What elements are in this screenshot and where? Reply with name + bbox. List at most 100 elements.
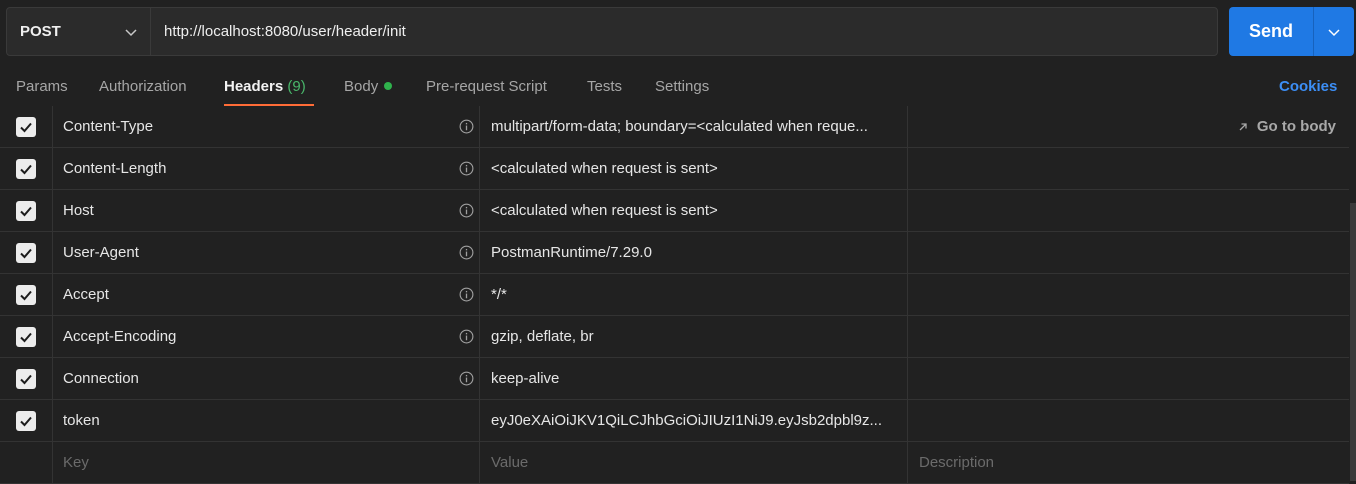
info-icon[interactable] xyxy=(459,329,474,344)
scrollbar[interactable] xyxy=(1350,203,1356,481)
table-row: Accept-Encoding gzip, deflate, br xyxy=(0,316,1349,358)
header-description-cell[interactable] xyxy=(908,316,1349,357)
header-value: */* xyxy=(491,286,507,303)
send-button[interactable]: Send xyxy=(1229,7,1313,56)
header-key-cell[interactable]: Content-Length xyxy=(52,148,480,189)
header-description-cell[interactable] xyxy=(908,400,1349,441)
checkmark-icon xyxy=(20,206,32,216)
table-row: Accept */* xyxy=(0,274,1349,316)
header-value-cell[interactable]: */* xyxy=(480,274,908,315)
url-input[interactable]: http://localhost:8080/user/header/init xyxy=(151,23,406,40)
header-value-cell[interactable]: <calculated when request is sent> xyxy=(480,190,908,231)
tab-body[interactable]: Body xyxy=(344,78,393,95)
table-row: User-Agent PostmanRuntime/7.29.0 xyxy=(0,232,1349,274)
tab-label: Settings xyxy=(655,78,710,95)
new-header-row: Key Value Description xyxy=(0,442,1349,484)
request-url-bar: POST http://localhost:8080/user/header/i… xyxy=(6,7,1218,56)
table-row: Content-Type multipart/form-data; boundar… xyxy=(0,106,1349,148)
checkmark-icon xyxy=(20,290,32,300)
header-value-cell[interactable]: eyJ0eXAiOiJKV1QiLCJhbGciOiJIUzI1NiJ9.eyJ… xyxy=(480,400,908,441)
info-icon[interactable] xyxy=(459,119,474,134)
header-enabled-checkbox[interactable] xyxy=(16,410,36,431)
header-value-cell[interactable]: PostmanRuntime/7.29.0 xyxy=(480,232,908,273)
header-key-cell[interactable]: Accept-Encoding xyxy=(52,316,480,357)
header-key: Content-Type xyxy=(63,118,154,135)
header-value: gzip, deflate, br xyxy=(491,328,594,345)
headers-count-badge: (9) xyxy=(287,78,306,95)
header-description-cell[interactable] xyxy=(908,190,1349,231)
body-indicator-dot-icon xyxy=(384,82,393,90)
chevron-down-icon xyxy=(1328,28,1340,36)
header-key-cell[interactable]: Content-Type xyxy=(52,106,480,147)
tab-label: Pre-request Script xyxy=(426,78,547,95)
table-row: Host <calculated when request is sent> xyxy=(0,190,1349,232)
header-key-cell[interactable]: token xyxy=(52,400,480,441)
header-value: multipart/form-data; boundary=<calculate… xyxy=(491,118,868,135)
header-value-cell[interactable]: multipart/form-data; boundary=<calculate… xyxy=(480,106,908,147)
header-enabled-checkbox[interactable] xyxy=(16,242,36,263)
header-key: User-Agent xyxy=(63,244,139,261)
header-enabled-cell xyxy=(0,442,53,483)
table-row: Content-Length <calculated when request i… xyxy=(0,148,1349,190)
tab-settings[interactable]: Settings xyxy=(655,78,709,95)
header-key-cell[interactable]: Host xyxy=(52,190,480,231)
header-enabled-checkbox[interactable] xyxy=(16,284,36,305)
header-enabled-cell xyxy=(0,106,53,147)
header-enabled-checkbox[interactable] xyxy=(16,116,36,137)
header-description-cell[interactable]: Go to body xyxy=(908,106,1349,147)
header-key-cell[interactable]: Connection xyxy=(52,358,480,399)
header-value: PostmanRuntime/7.29.0 xyxy=(491,244,652,261)
headers-table: Content-Type multipart/form-data; boundar… xyxy=(0,106,1349,484)
tab-label: Authorization xyxy=(99,78,187,95)
header-key: Content-Length xyxy=(63,160,167,177)
header-value: keep-alive xyxy=(491,370,560,387)
header-key: Connection xyxy=(63,370,139,387)
chevron-down-icon xyxy=(125,28,137,36)
header-enabled-checkbox[interactable] xyxy=(16,326,36,347)
header-key-cell[interactable]: Accept xyxy=(52,274,480,315)
header-value-cell[interactable]: <calculated when request is sent> xyxy=(480,148,908,189)
request-tabs: Params Authorization Headers (9) Body Pr… xyxy=(0,58,1356,106)
header-key: token xyxy=(63,412,100,429)
new-value-input[interactable]: Value xyxy=(480,442,908,483)
tab-authorization[interactable]: Authorization xyxy=(99,78,187,95)
header-description-cell[interactable] xyxy=(908,232,1349,273)
header-enabled-checkbox[interactable] xyxy=(16,158,36,179)
arrow-up-right-icon xyxy=(1239,122,1247,130)
header-description-cell[interactable] xyxy=(908,358,1349,399)
table-row: token eyJ0eXAiOiJKV1QiLCJhbGciOiJIUzI1NiJ… xyxy=(0,400,1349,442)
new-key-input[interactable]: Key xyxy=(52,442,480,483)
checkmark-icon xyxy=(20,332,32,342)
header-enabled-checkbox[interactable] xyxy=(16,200,36,221)
header-enabled-cell xyxy=(0,232,53,273)
info-icon[interactable] xyxy=(459,371,474,386)
header-enabled-cell xyxy=(0,400,53,441)
checkmark-icon xyxy=(20,248,32,258)
header-description-cell[interactable] xyxy=(908,148,1349,189)
send-button-group: Send xyxy=(1229,7,1354,56)
method-select[interactable]: POST xyxy=(7,8,151,55)
header-enabled-checkbox[interactable] xyxy=(16,368,36,389)
cookies-link[interactable]: Cookies xyxy=(1279,78,1337,95)
info-icon[interactable] xyxy=(459,203,474,218)
send-options-button[interactable] xyxy=(1313,7,1354,56)
header-key: Accept-Encoding xyxy=(63,328,177,345)
tab-label: Params xyxy=(16,78,68,95)
tab-headers[interactable]: Headers (9) xyxy=(224,78,306,95)
go-to-body-link[interactable]: Go to body xyxy=(1237,106,1336,147)
info-icon[interactable] xyxy=(459,287,474,302)
new-description-input[interactable]: Description xyxy=(908,442,1349,483)
info-icon[interactable] xyxy=(459,245,474,260)
tab-label: Headers xyxy=(224,78,284,95)
tab-tests[interactable]: Tests xyxy=(587,78,622,95)
info-icon[interactable] xyxy=(459,161,474,176)
tab-pre-request-script[interactable]: Pre-request Script xyxy=(426,78,547,95)
table-row: Connection keep-alive xyxy=(0,358,1349,400)
header-value-cell[interactable]: gzip, deflate, br xyxy=(480,316,908,357)
tab-params[interactable]: Params xyxy=(16,78,68,95)
header-key-cell[interactable]: User-Agent xyxy=(52,232,480,273)
header-value: <calculated when request is sent> xyxy=(491,202,718,219)
header-value: <calculated when request is sent> xyxy=(491,160,718,177)
header-description-cell[interactable] xyxy=(908,274,1349,315)
header-value-cell[interactable]: keep-alive xyxy=(480,358,908,399)
